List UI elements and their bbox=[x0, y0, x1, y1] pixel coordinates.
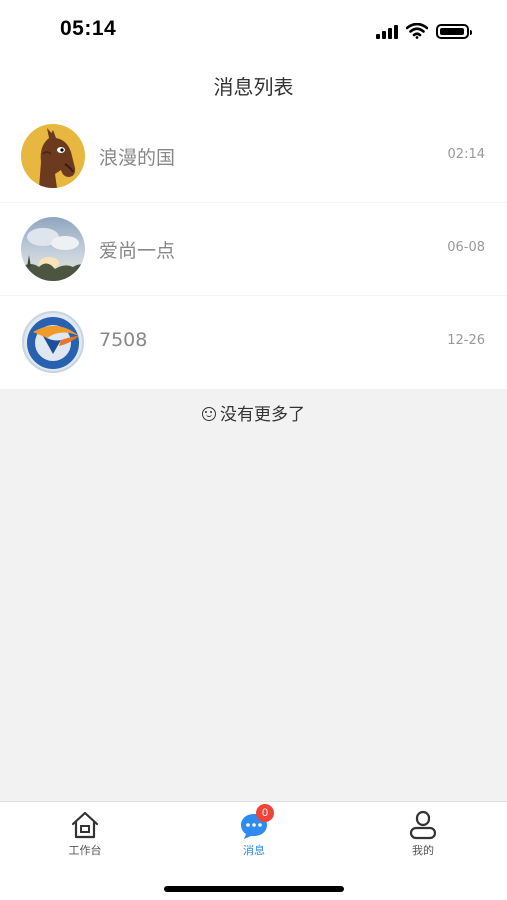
battery-icon bbox=[436, 23, 472, 39]
tab-label: 消息 bbox=[243, 844, 265, 857]
tab-messages[interactable]: 0 消息 bbox=[204, 804, 304, 858]
chat-bubble-icon: 0 bbox=[239, 804, 274, 840]
home-indicator bbox=[164, 886, 344, 892]
message-item[interactable]: 7508 12-26 bbox=[0, 296, 507, 389]
list-end-notice: 没有更多了 bbox=[0, 400, 507, 425]
tab-label: 工作台 bbox=[68, 844, 102, 857]
message-item[interactable]: 浪漫的国 02:14 bbox=[0, 110, 507, 203]
horse-avatar bbox=[21, 124, 85, 188]
contact-name: 爱尚一点 bbox=[99, 240, 176, 262]
tab-label: 我的 bbox=[412, 844, 434, 857]
contact-name: 浪漫的国 bbox=[99, 147, 176, 169]
status-bar: 05:14 bbox=[0, 0, 507, 60]
list-end-text: 没有更多了 bbox=[220, 405, 305, 425]
logo-avatar bbox=[21, 310, 85, 374]
status-icons bbox=[376, 20, 472, 42]
user-icon bbox=[408, 810, 438, 840]
home-icon bbox=[70, 810, 100, 840]
message-time: 12-26 bbox=[447, 333, 485, 348]
tab-workbench[interactable]: 工作台 bbox=[35, 810, 135, 858]
sky-photo-avatar bbox=[21, 217, 85, 281]
contact-name: 7508 bbox=[99, 329, 148, 351]
nav-bar: 消息列表 bbox=[0, 60, 507, 110]
page-title: 消息列表 bbox=[213, 75, 294, 99]
wifi-icon bbox=[406, 23, 428, 39]
tab-mine[interactable]: 我的 bbox=[373, 810, 473, 858]
message-item[interactable]: 爱尚一点 06-08 bbox=[0, 203, 507, 296]
message-time: 06-08 bbox=[447, 240, 485, 255]
message-time: 02:14 bbox=[447, 147, 485, 162]
smile-icon bbox=[202, 407, 216, 421]
message-list: 浪漫的国 02:14 爱尚一点 06-08 7508 12-26 bbox=[0, 110, 507, 389]
cellular-signal-icon bbox=[376, 23, 398, 39]
status-time: 05:14 bbox=[60, 17, 117, 40]
unread-badge: 0 bbox=[256, 804, 274, 822]
